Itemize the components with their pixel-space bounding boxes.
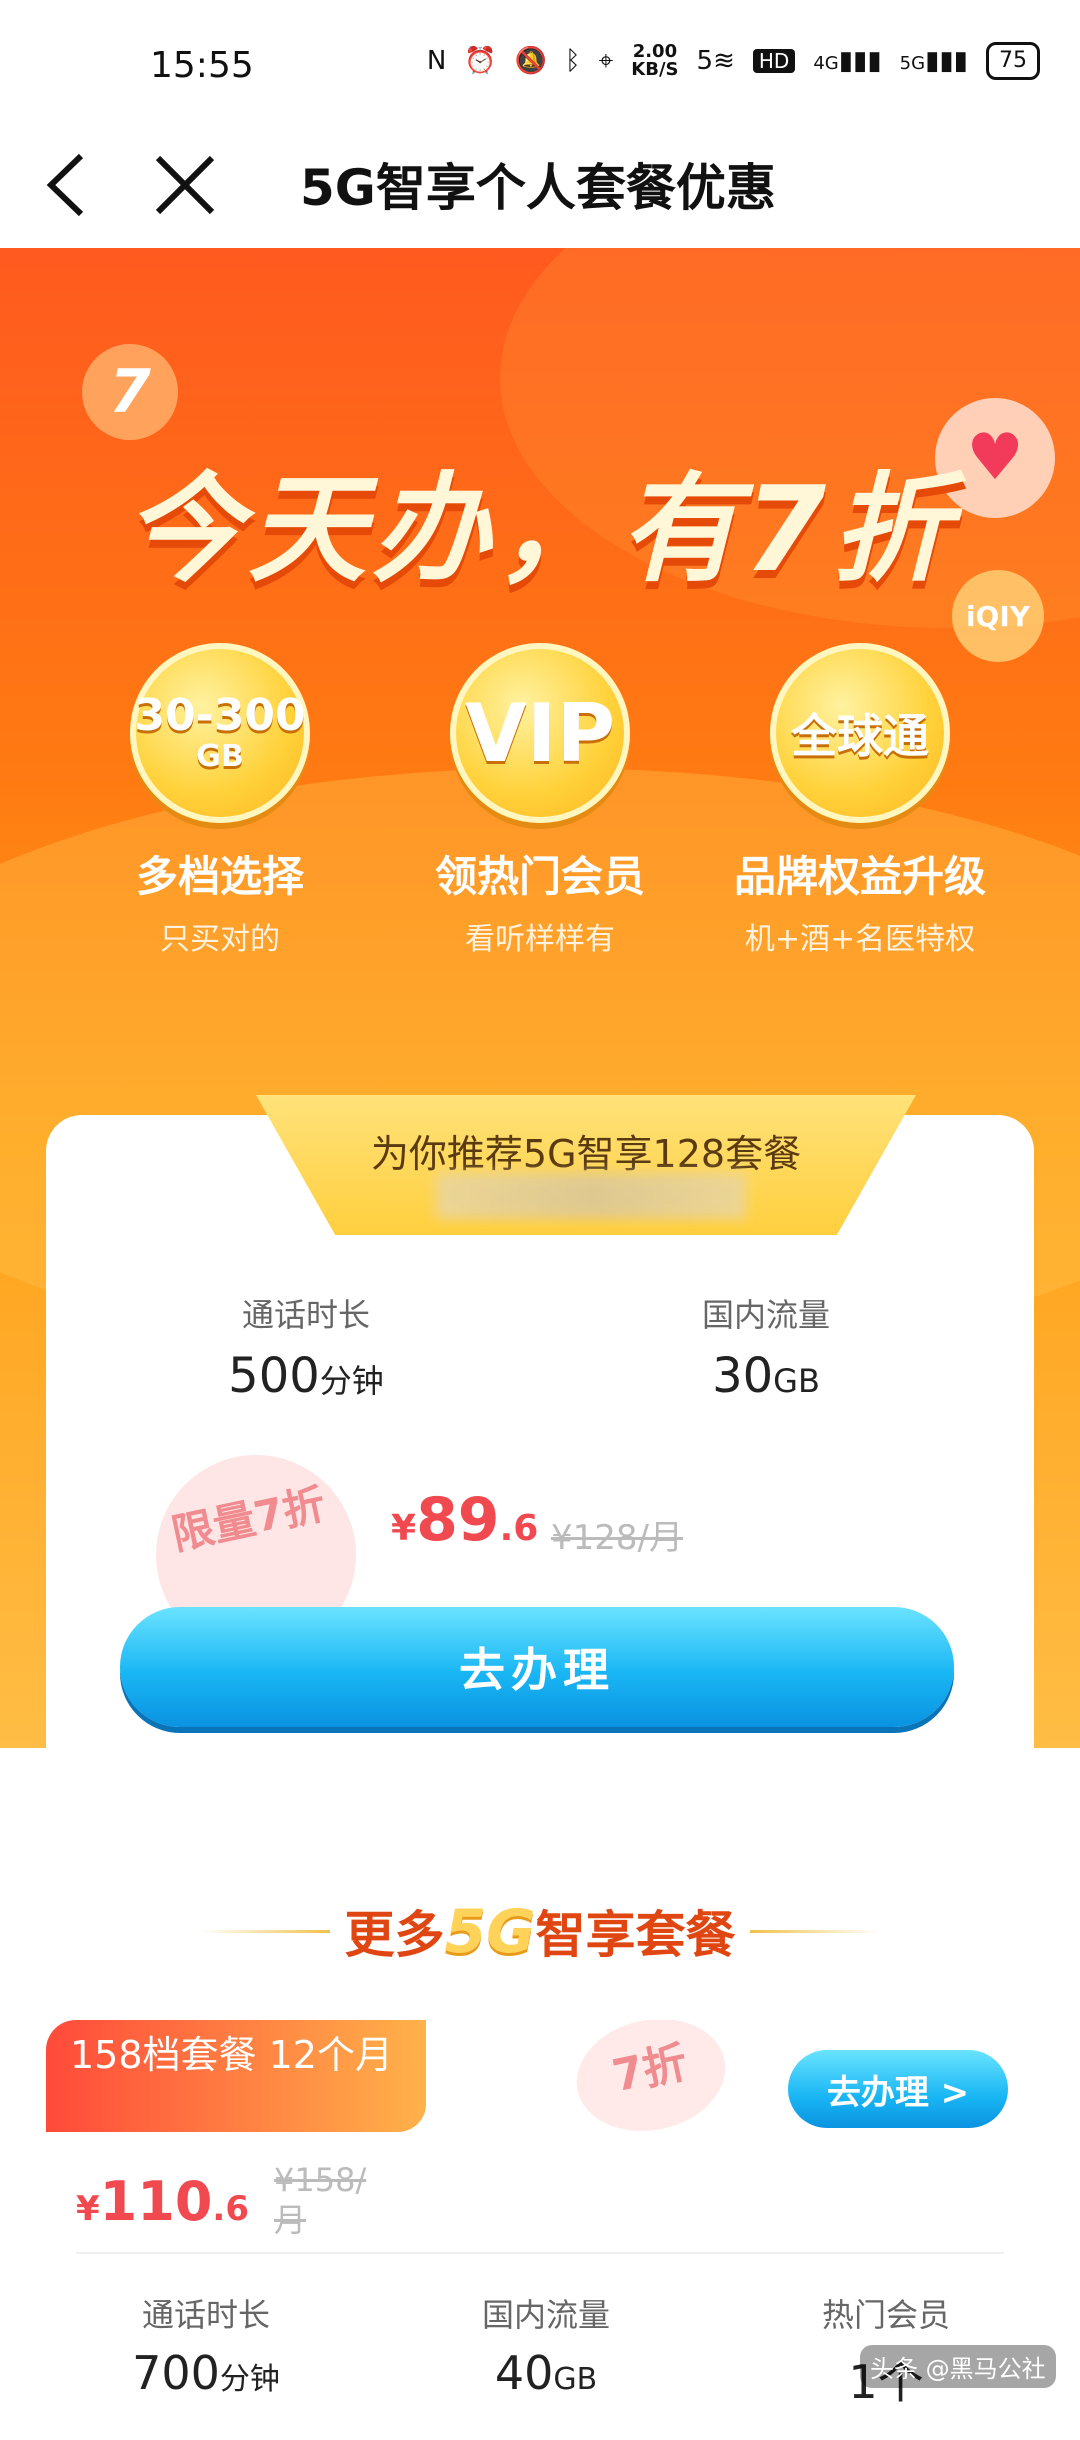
package-apply-button[interactable]: 去办理 > <box>788 2050 1008 2128</box>
package-price: ¥110.6 <box>76 2170 249 2233</box>
bluetooth-icon: ᛒ <box>565 46 581 76</box>
package-tag: 158档套餐 12个月 <box>46 2020 426 2132</box>
nfc-icon: N <box>426 46 447 76</box>
close-button[interactable] <box>140 140 230 230</box>
watermark: 头条 @黑马公社 <box>860 2345 1056 2388</box>
coin-subtext: GB <box>196 739 244 774</box>
domestic-data: 国内流量 30GB <box>646 1290 886 1404</box>
status-bar: 15:55 N ⏰ 🔕 ᛒ ⌖ 2.00 KB/S 5≋ HD 4G▮▮▮ 5G… <box>0 0 1080 130</box>
chevron-left-icon <box>46 153 84 217</box>
feature-subtitle: 只买对的 <box>160 922 280 957</box>
package-call-duration: 通话时长 700分钟 <box>86 2290 326 2400</box>
feature-global: 全球通 品牌权益升级 机+酒+名医特权 <box>700 643 1020 958</box>
wifi-icon: 5≋ <box>696 46 735 76</box>
domestic-data-label: 国内流量 <box>701 1296 830 1334</box>
feature-subtitle: 机+酒+名医特权 <box>744 922 976 957</box>
recommend-card: 为你推荐5G智享128套餐 通话时长 500分钟 国内流量 30GB 限量7折 … <box>46 1095 1034 1820</box>
hd-icon: HD <box>752 49 796 73</box>
back-button[interactable] <box>20 140 110 230</box>
feature-vip: VIP 领热门会员 看听样样有 <box>380 643 700 958</box>
call-duration-value: 700分钟 <box>132 2346 280 2400</box>
location-icon: ⌖ <box>598 45 614 76</box>
coin-text: VIP <box>464 686 616 780</box>
status-icons: N ⏰ 🔕 ᛒ ⌖ 2.00 KB/S 5≋ HD 4G▮▮▮ 5G▮▮▮ 75 <box>427 42 1040 80</box>
coin-icon: 30-300 GB <box>130 643 310 823</box>
domestic-data-label: 国内流量 <box>481 2296 610 2334</box>
call-duration: 通话时长 500分钟 <box>186 1290 426 1404</box>
nav-bar: 5G智享个人套餐优惠 <box>0 130 1080 248</box>
package-domestic-data: 国内流量 40GB <box>426 2290 666 2400</box>
discount-price: ¥89.6 <box>391 1485 539 1555</box>
hero-headline: 今天办，有7折 <box>123 460 957 598</box>
coin-icon: VIP <box>450 643 630 823</box>
signal-5g-icon: 5G▮▮▮ <box>899 46 968 76</box>
recommend-title: 为你推荐5G智享128套餐 <box>370 1132 802 1176</box>
page-title: 5G智享个人套餐优惠 <box>300 159 776 217</box>
more-packages-title: 更多5G智享套餐 <box>344 1897 736 1967</box>
member-label: 热门会员 <box>821 2296 950 2334</box>
package-original-price: ¥158/月 <box>274 2161 367 2239</box>
coin-text: 全球通 <box>791 709 929 763</box>
alarm-icon: ⏰ <box>464 46 497 76</box>
original-price: ¥128/月 <box>551 1518 683 1558</box>
feature-list: 30-300 GB 多档选择 只买对的 VIP 领热门会员 看听样样有 全球通 … <box>60 643 1020 958</box>
signal-4g-icon: 4G▮▮▮ <box>813 46 882 76</box>
status-time: 15:55 <box>150 45 254 86</box>
call-duration-value: 500分钟 <box>228 1348 384 1404</box>
net-speed: 2.00 KB/S <box>631 43 678 79</box>
discount-seal: 7折 <box>566 2020 736 2145</box>
redacted-text <box>436 1173 746 1219</box>
feature-title: 多档选择 <box>135 852 304 901</box>
divider <box>76 2252 1004 2254</box>
call-duration-label: 通话时长 <box>141 2296 270 2334</box>
close-icon <box>155 155 215 215</box>
domestic-data-value: 30GB <box>712 1348 820 1404</box>
domestic-data-value: 40GB <box>494 2346 598 2400</box>
discount-badge-icon: 7 <box>82 344 178 440</box>
feature-data-tiers: 30-300 GB 多档选择 只买对的 <box>60 643 380 958</box>
feature-subtitle: 看听样样有 <box>465 922 615 957</box>
call-duration-label: 通话时长 <box>241 1296 370 1334</box>
apply-button[interactable]: 去办理 <box>120 1607 954 1727</box>
feature-title: 品牌权益升级 <box>733 852 986 901</box>
battery-icon: 75 <box>986 42 1040 80</box>
net-speed-unit: KB/S <box>631 59 679 80</box>
coin-icon: 全球通 <box>770 643 950 823</box>
coin-text: 30-300 <box>134 690 306 741</box>
mute-icon: 🔕 <box>514 46 548 76</box>
feature-title: 领热门会员 <box>434 852 645 901</box>
